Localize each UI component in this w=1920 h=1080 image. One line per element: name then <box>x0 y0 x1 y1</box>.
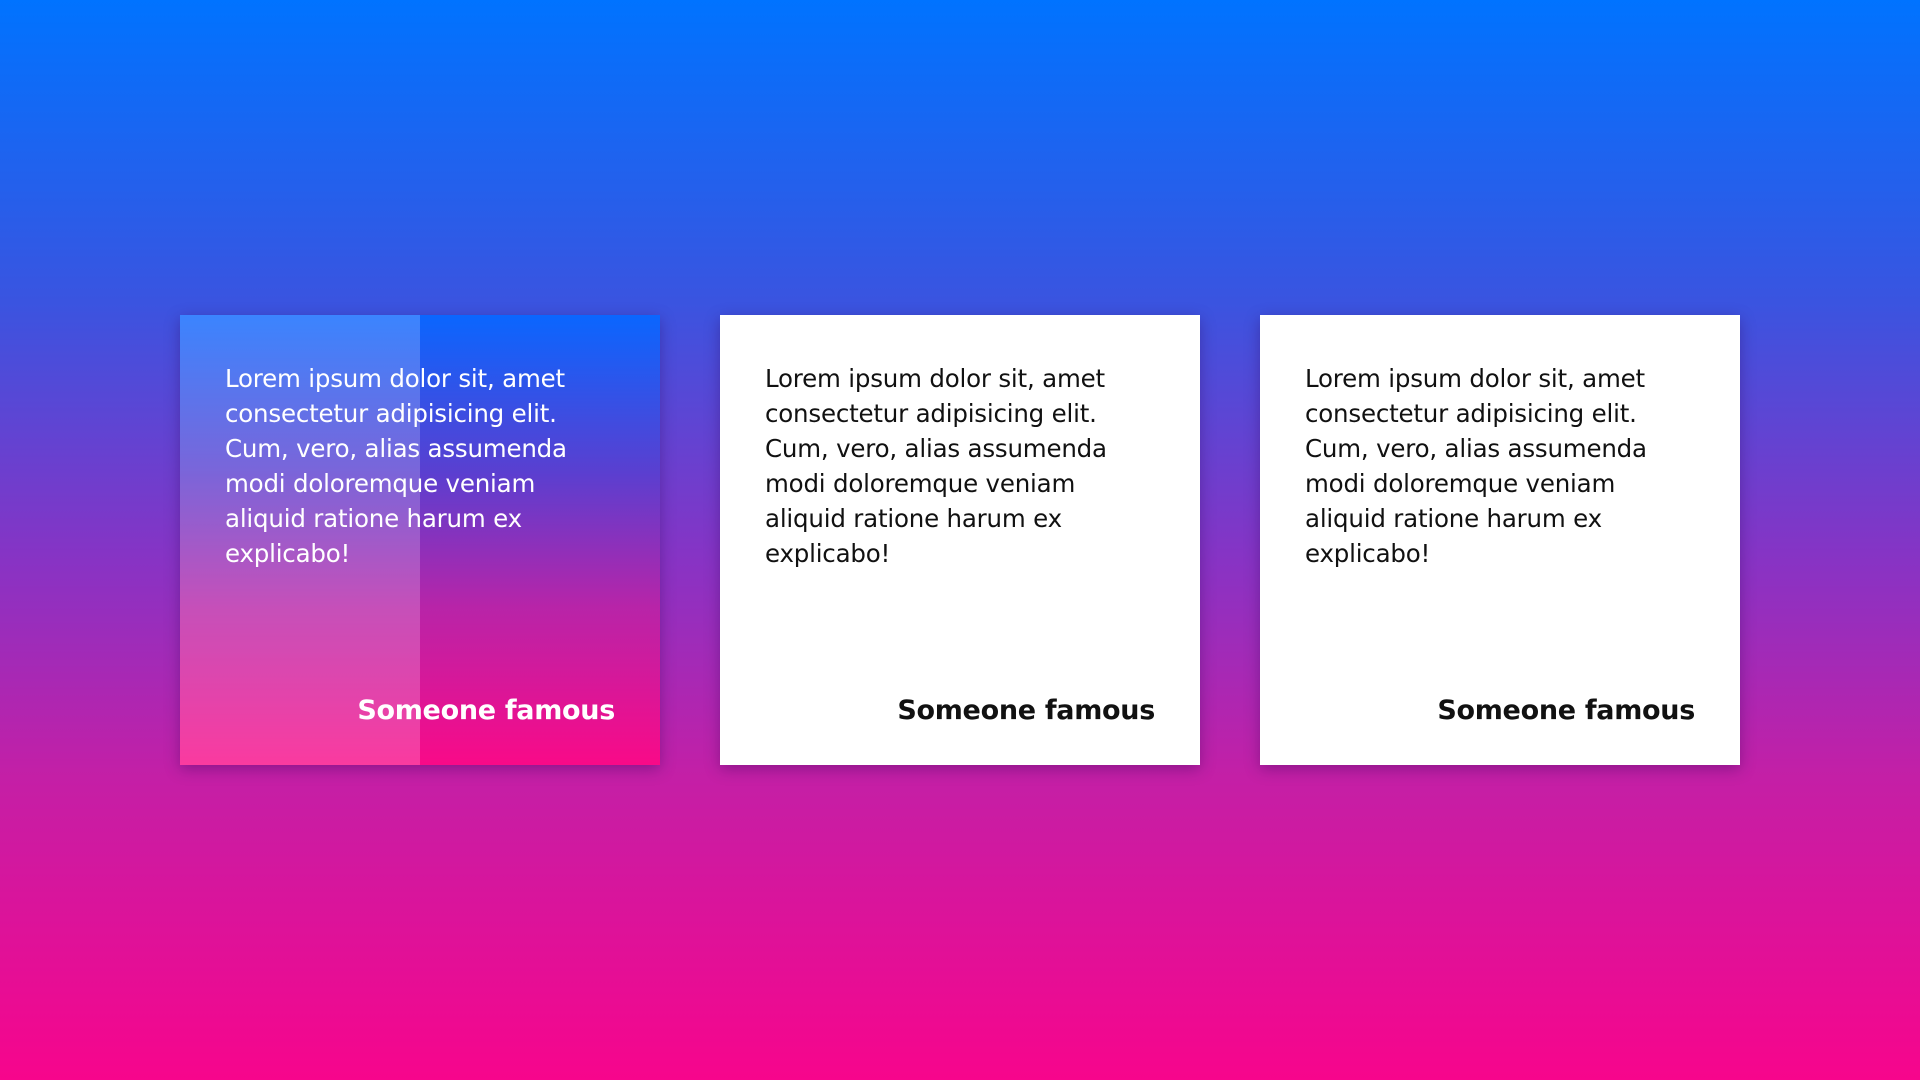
testimonial-card-1[interactable]: Lorem ipsum dolor sit, amet consectetur … <box>180 315 660 765</box>
testimonial-cards: Lorem ipsum dolor sit, amet consectetur … <box>180 315 1740 765</box>
quote-text: Lorem ipsum dolor sit, amet consectetur … <box>225 364 567 568</box>
quote-author: Someone famous <box>1437 695 1695 726</box>
quote-text: Lorem ipsum dolor sit, amet consectetur … <box>765 364 1107 568</box>
quote-text: Lorem ipsum dolor sit, amet consectetur … <box>1305 364 1647 568</box>
testimonial-card-3[interactable]: Lorem ipsum dolor sit, amet consectetur … <box>1260 315 1740 765</box>
quote-author: Someone famous <box>357 695 615 726</box>
testimonial-card-2[interactable]: Lorem ipsum dolor sit, amet consectetur … <box>720 315 1200 765</box>
quote-author: Someone famous <box>897 695 1155 726</box>
